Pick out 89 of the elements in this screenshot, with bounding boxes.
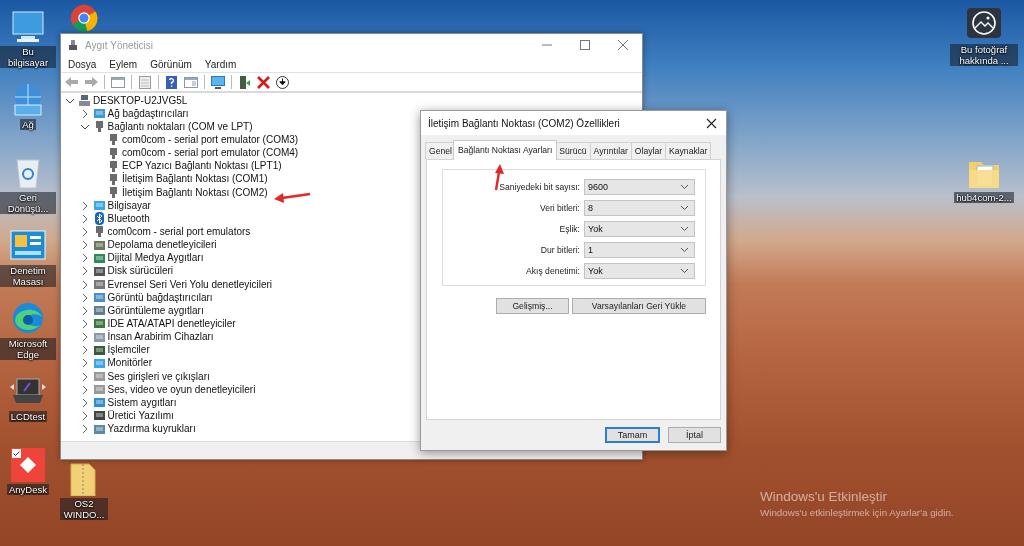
dropdown-chevron-icon bbox=[680, 226, 689, 232]
field-label: Saniyedeki bit sayısı: bbox=[499, 182, 580, 192]
tree-item[interactable]: Bağlantı noktaları (COM ve LPT) bbox=[107, 120, 253, 133]
dropdown[interactable]: 8 bbox=[584, 200, 695, 216]
menu-item[interactable]: Görünüm bbox=[150, 58, 192, 70]
dialog-button[interactable]: Varsayılanları Geri Yükle bbox=[572, 298, 706, 314]
tab[interactable]: Genel bbox=[425, 142, 456, 159]
dropdown-chevron-icon bbox=[680, 268, 689, 274]
dropdown-chevron-icon bbox=[680, 247, 689, 253]
anydesk-logo-icon[interactable] bbox=[9, 446, 47, 482]
desktop-icon-label[interactable]: Bu fotoğraf hakkında ... bbox=[950, 44, 1018, 66]
tree-item[interactable]: Dijital Medya Aygıtları bbox=[107, 252, 204, 265]
tree-item[interactable]: Evrensel Seri Veri Yolu denetleyicileri bbox=[107, 278, 273, 291]
chrome-logo-icon[interactable] bbox=[70, 4, 98, 32]
console-tree-icon[interactable] bbox=[110, 74, 126, 90]
close-icon bbox=[617, 40, 629, 50]
desktop-icon-label[interactable]: Denetim Masası bbox=[0, 265, 56, 287]
field-label: Eşlik: bbox=[559, 224, 580, 234]
tab[interactable]: Bağlantı Noktası Ayarları bbox=[452, 140, 558, 160]
control-panel-icon[interactable] bbox=[9, 227, 47, 263]
properties-sheet-icon[interactable] bbox=[137, 74, 153, 90]
tree-item[interactable]: İletişim Bağlantı Noktası (COM1) bbox=[122, 173, 268, 186]
dialog-button[interactable]: Gelişmiş... bbox=[496, 298, 569, 314]
tree-item[interactable]: Monitörler bbox=[107, 357, 152, 370]
port-device-icon bbox=[107, 159, 120, 173]
port-device-icon bbox=[107, 172, 120, 186]
field-label: Dur bitleri: bbox=[540, 245, 580, 255]
desktop-icon-label[interactable]: Microsoft Edge bbox=[0, 338, 56, 360]
tree-item[interactable]: Görüntü bağdaştırıcıları bbox=[107, 291, 213, 304]
dropdown-chevron-icon bbox=[680, 184, 689, 190]
window-title: Aygıt Yöneticisi bbox=[85, 39, 154, 51]
device-manager-icon bbox=[67, 39, 79, 51]
activation-title: Windows'u Etkinleştir bbox=[760, 489, 889, 504]
tree-item[interactable]: Ses, video ve oyun denetleyicileri bbox=[107, 383, 256, 396]
tree-item[interactable]: Depolama denetleyicileri bbox=[107, 239, 217, 252]
annotation-arrow bbox=[272, 191, 312, 203]
port-device-icon bbox=[107, 186, 120, 200]
desktop-icon-label[interactable]: OS2 WINDO... bbox=[60, 498, 108, 520]
dropdown[interactable]: Yok bbox=[584, 263, 695, 279]
tree-item[interactable]: Görüntüleme aygıtları bbox=[107, 304, 204, 317]
tree-item[interactable]: IDE ATA/ATAPI denetleyiciler bbox=[107, 317, 236, 330]
menu-item[interactable]: Yardım bbox=[204, 58, 237, 70]
tree-item[interactable]: ECP Yazıcı Bağlantı Noktası (LPT1) bbox=[122, 160, 282, 173]
dropdown[interactable]: 1 bbox=[584, 242, 695, 258]
dropdown[interactable]: Yok bbox=[584, 221, 695, 237]
bluetooth-device-icon bbox=[92, 212, 106, 226]
tree-item[interactable]: Ses girişleri ve çıkışları bbox=[107, 370, 210, 383]
maximize-icon bbox=[579, 40, 591, 50]
driver-update-icon[interactable] bbox=[237, 74, 253, 90]
field-label: Veri bitleri: bbox=[539, 203, 580, 213]
tree-item[interactable]: İnsan Arabirim Cihazları bbox=[107, 331, 214, 344]
tree-item[interactable]: DESKTOP-U2JVG5L bbox=[93, 94, 188, 107]
tree-item[interactable]: Bluetooth bbox=[107, 212, 150, 225]
tree-item[interactable]: Ağ bağdaştırıcıları bbox=[107, 107, 189, 120]
ok-button[interactable]: Tamam bbox=[605, 427, 660, 443]
tree-item[interactable]: Bilgisayar bbox=[107, 199, 151, 212]
tree-item[interactable]: com0com - serial port emulator (COM3) bbox=[122, 134, 299, 146]
dialog-title: İletişim Bağlantı Noktası (COM2) Özellikleri bbox=[428, 117, 621, 129]
delete-x-icon[interactable] bbox=[256, 74, 272, 90]
tab[interactable]: Kaynaklar bbox=[665, 142, 712, 159]
desktop-icon-label[interactable]: Geri Dönüşü... bbox=[0, 192, 56, 214]
help-icon[interactable] bbox=[164, 74, 180, 90]
field-label: Akış denetimi: bbox=[526, 266, 580, 276]
port-device-icon bbox=[107, 133, 120, 147]
menu-item[interactable]: Eylem bbox=[109, 58, 138, 70]
cancel-button[interactable]: İptal bbox=[668, 427, 721, 443]
desktop-icon-label[interactable]: Bu bilgisayar bbox=[0, 46, 56, 68]
computer-icon[interactable] bbox=[9, 8, 47, 44]
tab[interactable]: Olaylar bbox=[630, 142, 667, 159]
port-device-icon bbox=[107, 146, 120, 160]
tree-item[interactable]: Üretici Yazılımı bbox=[107, 409, 174, 422]
tree-item[interactable]: com0com - serial port emulator (COM4) bbox=[122, 147, 299, 160]
dropdown[interactable]: 9600 bbox=[584, 179, 695, 195]
tree-item[interactable]: Disk sürücüleri bbox=[107, 265, 174, 278]
tree-item[interactable]: com0com - serial port emulators bbox=[107, 225, 251, 238]
tree-item[interactable]: Sistem aygıtları bbox=[107, 396, 177, 409]
tree-item[interactable]: Yazdırma kuyrukları bbox=[107, 423, 196, 436]
action-pane-icon[interactable] bbox=[183, 74, 199, 90]
desktop-icon-label[interactable]: hub4com-2... bbox=[954, 192, 1014, 203]
download-circle-icon[interactable] bbox=[275, 74, 291, 90]
tab[interactable]: Ayrıntılar bbox=[589, 142, 632, 159]
dropdown-chevron-icon bbox=[680, 205, 689, 211]
monitor-scan-icon[interactable] bbox=[210, 74, 226, 90]
activation-message: Windows'u etkinleştirmek için Ayarlar'a gidin. bbox=[760, 507, 954, 518]
menu-item[interactable]: Dosya bbox=[68, 58, 97, 70]
computer-device-icon bbox=[78, 94, 91, 108]
close-icon bbox=[705, 117, 717, 129]
tree-item[interactable]: İşlemciler bbox=[107, 344, 150, 357]
tree-item[interactable]: İletişim Bağlantı Noktası (COM2) bbox=[122, 186, 268, 199]
